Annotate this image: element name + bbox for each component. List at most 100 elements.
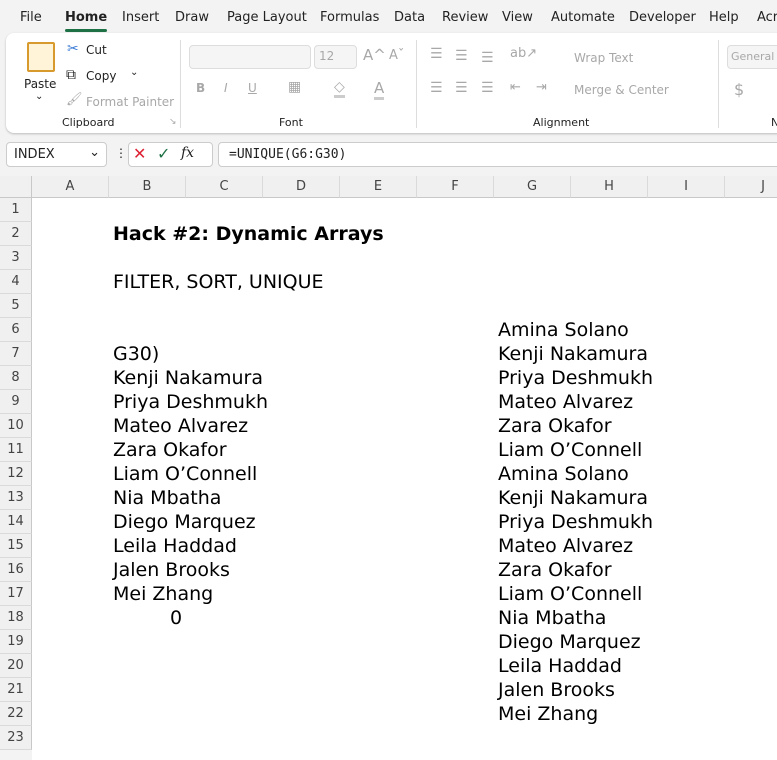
cut-button[interactable]: Cut xyxy=(86,43,107,57)
align-bottom-icon[interactable]: ☰ xyxy=(481,50,494,66)
chevron-down-icon[interactable]: ⌄ xyxy=(35,91,43,102)
cell-b4[interactable]: FILTER, SORT, UNIQUE xyxy=(113,270,324,294)
italic-button[interactable]: I xyxy=(224,81,228,95)
borders-icon[interactable]: ▦ xyxy=(288,79,301,95)
tab-help[interactable]: Help xyxy=(709,10,739,25)
cell-g14[interactable]: Priya Deshmukh xyxy=(498,510,653,534)
row-header-19[interactable]: 19 xyxy=(0,630,32,654)
format-painter-button[interactable]: Format Painter xyxy=(86,95,174,109)
font-color-button[interactable]: A xyxy=(374,79,385,100)
tab-home[interactable]: Home xyxy=(65,10,108,32)
tab-data[interactable]: Data xyxy=(394,10,425,25)
align-top-icon[interactable]: ☰ xyxy=(430,46,443,62)
number-format-select[interactable]: General xyxy=(727,45,777,69)
cell-b17[interactable]: Mei Zhang xyxy=(113,582,213,606)
tab-review[interactable]: Review xyxy=(442,10,488,25)
cell-b10[interactable]: Mateo Alvarez xyxy=(113,414,248,438)
row-header-1[interactable]: 1 xyxy=(0,198,32,222)
increase-indent-icon[interactable]: ⇥ xyxy=(536,80,547,95)
select-all-button[interactable] xyxy=(0,176,32,198)
row-header-23[interactable]: 23 xyxy=(0,726,32,750)
column-header-a[interactable]: A xyxy=(32,176,109,198)
wrap-text-button[interactable]: Wrap Text xyxy=(574,51,633,65)
row-header-21[interactable]: 21 xyxy=(0,678,32,702)
row-header-14[interactable]: 14 xyxy=(0,510,32,534)
row-header-9[interactable]: 9 xyxy=(0,390,32,414)
row-header-15[interactable]: 15 xyxy=(0,534,32,558)
column-header-c[interactable]: C xyxy=(186,176,263,198)
cell-g13[interactable]: Kenji Nakamura xyxy=(498,486,648,510)
tab-developer[interactable]: Developer xyxy=(629,10,696,25)
cell-b9[interactable]: Priya Deshmukh xyxy=(113,390,268,414)
row-header-6[interactable]: 6 xyxy=(0,318,32,342)
tab-file[interactable]: File xyxy=(20,10,42,25)
font-size-select[interactable]: 12 xyxy=(314,45,357,69)
tab-page-layout[interactable]: Page Layout xyxy=(227,10,307,25)
copy-dropdown[interactable]: ⌄ xyxy=(130,67,138,78)
row-header-12[interactable]: 12 xyxy=(0,462,32,486)
dialog-launcher-icon[interactable]: ↘ xyxy=(169,117,177,127)
cell-g16[interactable]: Zara Okafor xyxy=(498,558,612,582)
bold-button[interactable]: B xyxy=(196,81,205,95)
align-center-icon[interactable]: ☰ xyxy=(455,80,468,96)
merge-center-button[interactable]: Merge & Center xyxy=(574,83,669,97)
underline-button[interactable]: U xyxy=(248,81,257,95)
column-header-b[interactable]: B xyxy=(109,176,186,198)
cell-g9[interactable]: Mateo Alvarez xyxy=(498,390,633,414)
row-header-10[interactable]: 10 xyxy=(0,414,32,438)
cell-g15[interactable]: Mateo Alvarez xyxy=(498,534,633,558)
font-name-select[interactable] xyxy=(189,45,311,69)
formula-input[interactable]: =UNIQUE(G6:G30) xyxy=(218,142,777,167)
cell-g22[interactable]: Mei Zhang xyxy=(498,702,598,726)
column-header-h[interactable]: H xyxy=(571,176,648,198)
insert-function-button[interactable]: fx xyxy=(181,145,194,161)
tab-acr[interactable]: Acr xyxy=(757,10,777,25)
orientation-icon[interactable]: ab↗ xyxy=(510,46,537,61)
name-box[interactable]: INDEX ⌄ xyxy=(6,142,107,167)
cell-g18[interactable]: Nia Mbatha xyxy=(498,606,606,630)
decrease-indent-icon[interactable]: ⇤ xyxy=(510,80,521,95)
column-header-j[interactable]: J xyxy=(725,176,777,198)
row-header-5[interactable]: 5 xyxy=(0,294,32,318)
column-header-i[interactable]: I xyxy=(648,176,725,198)
row-header-20[interactable]: 20 xyxy=(0,654,32,678)
align-right-icon[interactable]: ☰ xyxy=(481,80,494,96)
cell-g6[interactable]: Amina Solano xyxy=(498,318,629,342)
grow-font-button[interactable]: A^ xyxy=(363,46,386,64)
cell-b16[interactable]: Jalen Brooks xyxy=(113,558,230,582)
cell-g19[interactable]: Diego Marquez xyxy=(498,630,641,654)
row-header-13[interactable]: 13 xyxy=(0,486,32,510)
cell-g8[interactable]: Priya Deshmukh xyxy=(498,366,653,390)
cell-g7[interactable]: Kenji Nakamura xyxy=(498,342,648,366)
row-header-17[interactable]: 17 xyxy=(0,582,32,606)
cell-b18[interactable]: 0 xyxy=(170,606,182,630)
more-icon[interactable]: ⋮ xyxy=(115,146,127,160)
cell-b15[interactable]: Leila Haddad xyxy=(113,534,237,558)
row-header-16[interactable]: 16 xyxy=(0,558,32,582)
row-header-4[interactable]: 4 xyxy=(0,270,32,294)
column-header-f[interactable]: F xyxy=(417,176,494,198)
cancel-icon[interactable]: ✕ xyxy=(133,144,146,163)
cell-b7[interactable]: G30) xyxy=(113,342,159,366)
row-header-11[interactable]: 11 xyxy=(0,438,32,462)
cell-b13[interactable]: Nia Mbatha xyxy=(113,486,221,510)
shrink-font-button[interactable]: Aˇ xyxy=(389,48,404,63)
cell-g17[interactable]: Liam O’Connell xyxy=(498,582,642,606)
row-header-18[interactable]: 18 xyxy=(0,606,32,630)
tab-insert[interactable]: Insert xyxy=(122,10,159,25)
tab-draw[interactable]: Draw xyxy=(175,10,209,25)
align-middle-icon[interactable]: ☰ xyxy=(455,48,468,64)
paste-button[interactable]: Paste xyxy=(24,77,56,91)
currency-button[interactable]: $ xyxy=(734,80,744,99)
cell-g10[interactable]: Zara Okafor xyxy=(498,414,612,438)
fill-color-icon[interactable]: ◇ xyxy=(334,79,345,98)
row-header-8[interactable]: 8 xyxy=(0,366,32,390)
cell-b11[interactable]: Zara Okafor xyxy=(113,438,227,462)
cell-b2-title[interactable]: Hack #2: Dynamic Arrays xyxy=(113,222,384,246)
align-left-icon[interactable]: ☰ xyxy=(430,80,443,96)
tab-view[interactable]: View xyxy=(502,10,533,25)
row-header-7[interactable]: 7 xyxy=(0,342,32,366)
cell-g12[interactable]: Amina Solano xyxy=(498,462,629,486)
column-header-d[interactable]: D xyxy=(263,176,340,198)
cell-g21[interactable]: Jalen Brooks xyxy=(498,678,615,702)
